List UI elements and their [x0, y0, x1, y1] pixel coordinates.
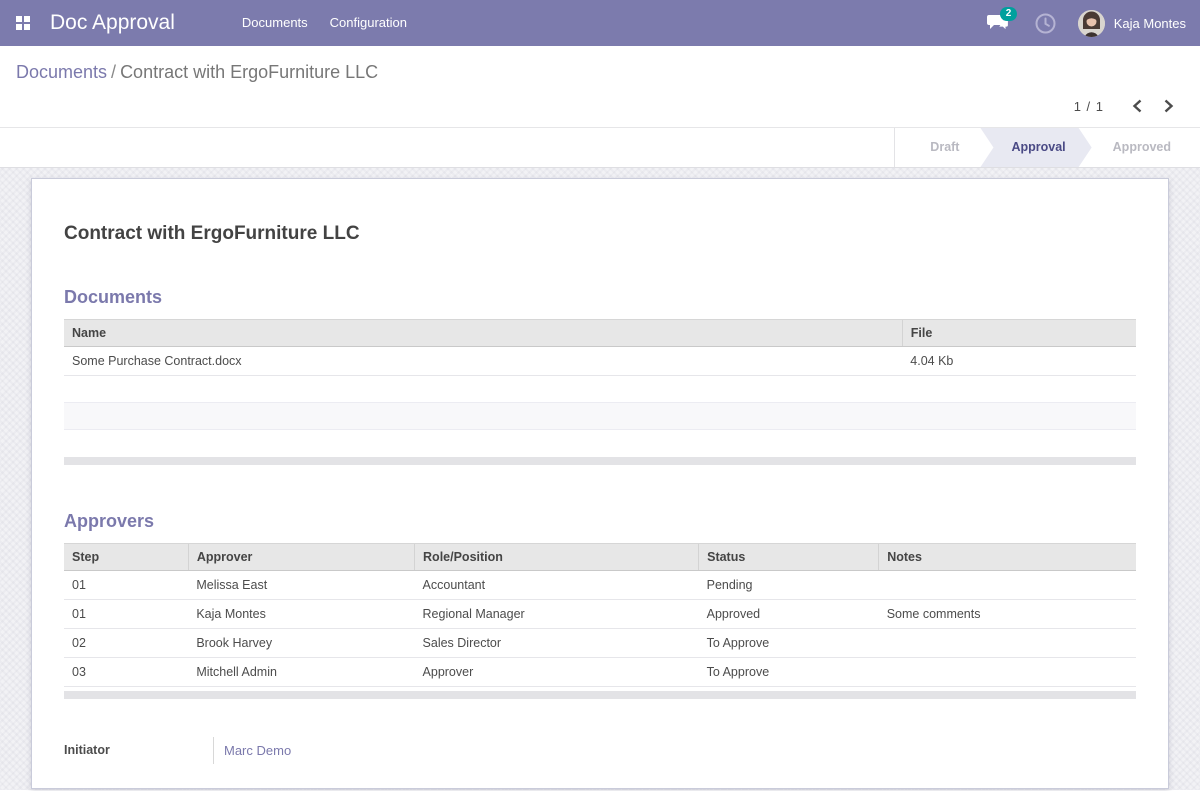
initiator-value[interactable]: Marc Demo	[224, 743, 291, 758]
table-row[interactable]: 01Melissa EastAccountantPending	[64, 570, 1136, 599]
table-header-row: StepApproverRole/PositionStatusNotes	[64, 543, 1136, 570]
empty-row	[64, 376, 1136, 403]
form-view-background: Contract with ErgoFurniture LLC Document…	[0, 168, 1200, 790]
main-menu: Documents Configuration	[231, 0, 418, 46]
column-header[interactable]: File	[902, 320, 1136, 347]
column-header[interactable]: Step	[64, 543, 188, 570]
pager: 1 / 1	[0, 85, 1200, 127]
status-step-approval[interactable]: Approval	[980, 128, 1091, 167]
status-step-approved[interactable]: Approved	[1092, 128, 1192, 167]
pager-value: 1 / 1	[1074, 99, 1104, 114]
breadcrumb-separator: /	[107, 62, 120, 82]
documents-section-heading: Documents	[64, 287, 1136, 308]
table-header-row: NameFile	[64, 320, 1136, 347]
chevron-left-icon	[1132, 99, 1143, 113]
top-navbar: Doc Approval Documents Configuration 2	[0, 0, 1200, 46]
table-cell[interactable]: Sales Director	[415, 628, 699, 657]
approvers-table: StepApproverRole/PositionStatusNotes01Me…	[64, 543, 1136, 687]
table-cell[interactable]: Some Purchase Contract.docx	[64, 347, 902, 376]
table-cell[interactable]	[879, 570, 1136, 599]
empty-row	[64, 403, 1136, 430]
statusbar: DraftApprovalApproved	[894, 128, 1192, 167]
field-divider	[213, 737, 214, 764]
pager-next-button[interactable]	[1155, 95, 1182, 117]
form-sheet: Contract with ErgoFurniture LLC Document…	[31, 178, 1169, 789]
user-name[interactable]: Kaja Montes	[1114, 16, 1186, 31]
empty-row	[64, 430, 1136, 457]
table-row[interactable]: 01Kaja MontesRegional ManagerApprovedSom…	[64, 599, 1136, 628]
navbar-right: 2 Kaja Montes	[987, 10, 1200, 37]
table-row[interactable]: 03Mitchell AdminApproverTo Approve	[64, 657, 1136, 686]
table-cell[interactable]: Mitchell Admin	[188, 657, 414, 686]
table-cell[interactable]: Accountant	[415, 570, 699, 599]
apps-menu-button[interactable]	[0, 0, 46, 46]
initiator-field: Initiator Marc Demo	[64, 737, 1136, 764]
record-title: Contract with ErgoFurniture LLC	[64, 223, 1136, 245]
table-cell[interactable]: 4.04 Kb	[902, 347, 1136, 376]
messages-count-badge: 2	[1000, 7, 1018, 21]
column-header[interactable]: Approver	[188, 543, 414, 570]
approvers-table-footer	[64, 691, 1136, 699]
table-cell[interactable]: 02	[64, 628, 188, 657]
table-cell[interactable]: Regional Manager	[415, 599, 699, 628]
breadcrumb-parent[interactable]: Documents	[16, 62, 107, 82]
menu-item-documents[interactable]: Documents	[231, 0, 319, 46]
status-step-draft[interactable]: Draft	[909, 128, 980, 167]
app-title[interactable]: Doc Approval	[50, 11, 175, 35]
table-cell[interactable]: Melissa East	[188, 570, 414, 599]
breadcrumb-current: Contract with ErgoFurniture LLC	[120, 62, 378, 82]
table-cell[interactable]: To Approve	[699, 657, 879, 686]
table-cell[interactable]: Approver	[415, 657, 699, 686]
statusbar-band: DraftApprovalApproved	[0, 128, 1200, 168]
table-cell[interactable]: 03	[64, 657, 188, 686]
initiator-label: Initiator	[64, 743, 213, 757]
pager-previous-button[interactable]	[1124, 95, 1151, 117]
menu-item-configuration[interactable]: Configuration	[319, 0, 418, 46]
table-cell[interactable]	[879, 657, 1136, 686]
table-cell[interactable]: Kaja Montes	[188, 599, 414, 628]
table-row[interactable]: Some Purchase Contract.docx4.04 Kb	[64, 347, 1136, 376]
table-row[interactable]: 02Brook HarveySales DirectorTo Approve	[64, 628, 1136, 657]
table-cell[interactable]: Approved	[699, 599, 879, 628]
approvers-section-heading: Approvers	[64, 511, 1136, 532]
user-avatar[interactable]	[1078, 10, 1105, 37]
column-header[interactable]: Name	[64, 320, 902, 347]
messages-button[interactable]: 2	[987, 14, 1009, 32]
control-panel: Documents/Contract with ErgoFurniture LL…	[0, 46, 1200, 128]
table-cell[interactable]: Some comments	[879, 599, 1136, 628]
table-cell[interactable]: 01	[64, 599, 188, 628]
column-header[interactable]: Status	[699, 543, 879, 570]
documents-table-footer	[64, 457, 1136, 465]
avatar-portrait	[1078, 10, 1105, 37]
table-cell[interactable]	[879, 628, 1136, 657]
column-header[interactable]: Role/Position	[415, 543, 699, 570]
table-cell[interactable]: Brook Harvey	[188, 628, 414, 657]
chevron-right-icon	[1163, 99, 1174, 113]
activities-button[interactable]	[1035, 13, 1056, 34]
table-cell[interactable]: To Approve	[699, 628, 879, 657]
table-cell[interactable]: 01	[64, 570, 188, 599]
breadcrumb: Documents/Contract with ErgoFurniture LL…	[0, 59, 1200, 85]
table-cell[interactable]: Pending	[699, 570, 879, 599]
column-header[interactable]: Notes	[879, 543, 1136, 570]
clock-icon	[1035, 13, 1056, 34]
documents-table: NameFileSome Purchase Contract.docx4.04 …	[64, 319, 1136, 457]
apps-grid-icon	[16, 16, 30, 30]
